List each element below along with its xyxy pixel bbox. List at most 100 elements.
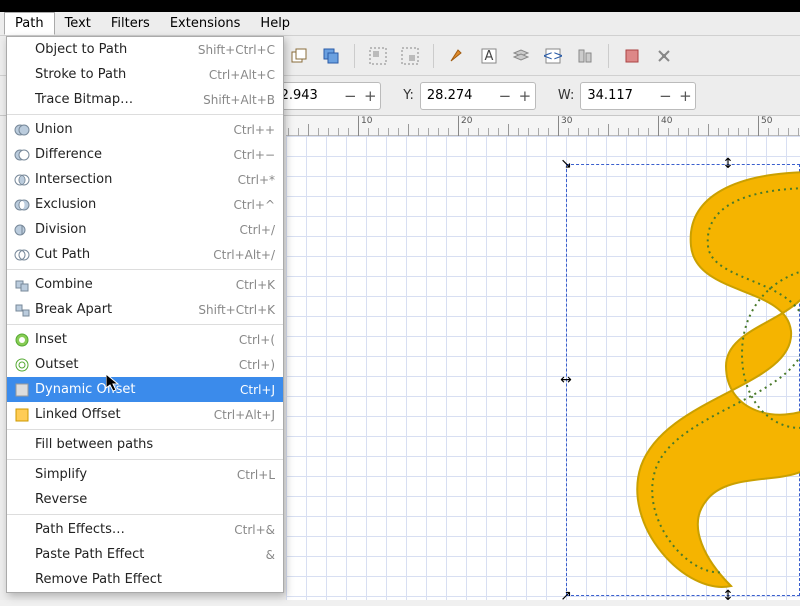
group-icon[interactable] bbox=[365, 43, 391, 69]
link-icon bbox=[11, 407, 33, 423]
menu-item-break-apart[interactable]: Break ApartShift+Ctrl+K bbox=[7, 297, 283, 322]
menu-item-trace-bitmap[interactable]: Trace Bitmap…Shift+Alt+B bbox=[7, 87, 283, 112]
menu-item-label: Dynamic Offset bbox=[33, 382, 240, 397]
fill-stroke-icon[interactable] bbox=[444, 43, 470, 69]
canvas[interactable]: ↘ ↔ ↗ ↕ ↕ bbox=[286, 136, 800, 600]
menu-item-union[interactable]: UnionCtrl++ bbox=[7, 117, 283, 142]
ruler-horizontal: 1020304050 bbox=[286, 116, 800, 136]
document-properties-icon[interactable] bbox=[651, 43, 677, 69]
text-tool-icon[interactable]: A bbox=[476, 43, 502, 69]
y-minus[interactable]: − bbox=[495, 87, 515, 105]
menu-separator bbox=[7, 514, 283, 515]
y-label: Y: bbox=[403, 88, 416, 103]
menu-item-remove-path-effect[interactable]: Remove Path Effect bbox=[7, 567, 283, 592]
menu-item-difference[interactable]: DifferenceCtrl+− bbox=[7, 142, 283, 167]
inset-icon bbox=[11, 332, 33, 348]
menu-item-label: Reverse bbox=[33, 492, 275, 507]
menu-item-shortcut: Ctrl+^ bbox=[234, 198, 275, 212]
menu-item-label: Cut Path bbox=[33, 247, 213, 262]
w-plus[interactable]: + bbox=[675, 87, 695, 105]
menu-item-shortcut: Ctrl+* bbox=[238, 173, 275, 187]
menu-item-cut-path[interactable]: Cut PathCtrl+Alt+/ bbox=[7, 242, 283, 267]
duplicate-icon[interactable] bbox=[286, 43, 312, 69]
path-dropdown-menu: Object to PathShift+Ctrl+CStroke to Path… bbox=[6, 36, 284, 593]
menu-item-division[interactable]: DivisionCtrl+/ bbox=[7, 217, 283, 242]
menu-item-label: Difference bbox=[33, 147, 234, 162]
menu-item-shortcut: & bbox=[266, 548, 275, 562]
menu-item-shortcut: Ctrl+Alt+C bbox=[209, 68, 275, 82]
layers-icon[interactable] bbox=[508, 43, 534, 69]
excl-icon bbox=[11, 197, 33, 213]
menu-path[interactable]: Path bbox=[4, 12, 55, 35]
xml-icon[interactable]: <> bbox=[540, 43, 566, 69]
menu-item-exclusion[interactable]: ExclusionCtrl+^ bbox=[7, 192, 283, 217]
preferences-icon[interactable] bbox=[619, 43, 645, 69]
menu-text[interactable]: Text bbox=[55, 13, 101, 34]
menu-item-inset[interactable]: InsetCtrl+( bbox=[7, 327, 283, 352]
menu-item-simplify[interactable]: SimplifyCtrl+L bbox=[7, 462, 283, 487]
separator bbox=[433, 44, 434, 68]
w-label: W: bbox=[558, 88, 576, 103]
menu-item-label: Remove Path Effect bbox=[33, 572, 275, 587]
menu-item-paste-path-effect[interactable]: Paste Path Effect& bbox=[7, 542, 283, 567]
union-icon bbox=[11, 122, 33, 138]
align-icon[interactable] bbox=[572, 43, 598, 69]
path-object[interactable] bbox=[556, 156, 800, 606]
menu-filters[interactable]: Filters bbox=[101, 13, 160, 34]
menu-item-label: Fill between paths bbox=[33, 437, 275, 452]
x-plus[interactable]: + bbox=[360, 87, 380, 105]
menu-separator bbox=[7, 114, 283, 115]
menu-help[interactable]: Help bbox=[250, 13, 300, 34]
menu-separator bbox=[7, 324, 283, 325]
menu-item-dynamic-offset[interactable]: Dynamic OffsetCtrl+J bbox=[7, 377, 283, 402]
menu-item-label: Union bbox=[33, 122, 234, 137]
outset-icon bbox=[11, 357, 33, 373]
menu-separator bbox=[7, 269, 283, 270]
div-icon bbox=[11, 222, 33, 238]
w-spinbox[interactable]: − + bbox=[580, 82, 696, 110]
svg-text:A: A bbox=[485, 49, 494, 64]
menu-item-stroke-to-path[interactable]: Stroke to PathCtrl+Alt+C bbox=[7, 62, 283, 87]
menu-item-shortcut: Ctrl+( bbox=[239, 333, 275, 347]
menu-item-reverse[interactable]: Reverse bbox=[7, 487, 283, 512]
menu-item-label: Break Apart bbox=[33, 302, 198, 317]
y-input[interactable] bbox=[421, 88, 495, 103]
menu-item-label: Trace Bitmap… bbox=[33, 92, 203, 107]
menu-item-shortcut: Ctrl+Alt+/ bbox=[213, 248, 275, 262]
diff-icon bbox=[11, 147, 33, 163]
menu-item-intersection[interactable]: IntersectionCtrl+* bbox=[7, 167, 283, 192]
window-titlebar bbox=[0, 0, 800, 12]
menu-item-path-effects[interactable]: Path Effects…Ctrl+& bbox=[7, 517, 283, 542]
comb-icon bbox=[11, 277, 33, 293]
menu-item-label: Simplify bbox=[33, 467, 237, 482]
menu-item-label: Object to Path bbox=[33, 42, 198, 57]
menu-item-shortcut: Shift+Ctrl+C bbox=[198, 43, 275, 57]
menu-item-outset[interactable]: OutsetCtrl+) bbox=[7, 352, 283, 377]
w-minus[interactable]: − bbox=[655, 87, 675, 105]
clone-icon[interactable] bbox=[318, 43, 344, 69]
menu-item-shortcut: Ctrl++ bbox=[234, 123, 275, 137]
menu-item-shortcut: Ctrl+L bbox=[237, 468, 275, 482]
inter-icon bbox=[11, 172, 33, 188]
menu-item-fill-between-paths[interactable]: Fill between paths bbox=[7, 432, 283, 457]
menu-item-combine[interactable]: CombineCtrl+K bbox=[7, 272, 283, 297]
menu-item-label: Combine bbox=[33, 277, 236, 292]
y-plus[interactable]: + bbox=[515, 87, 535, 105]
w-input[interactable] bbox=[581, 88, 655, 103]
menu-item-label: Outset bbox=[33, 357, 239, 372]
menu-item-label: Exclusion bbox=[33, 197, 234, 212]
x-minus[interactable]: − bbox=[340, 87, 360, 105]
menu-item-label: Stroke to Path bbox=[33, 67, 209, 82]
ungroup-icon[interactable] bbox=[397, 43, 423, 69]
menu-item-label: Division bbox=[33, 222, 240, 237]
separator bbox=[608, 44, 609, 68]
separator bbox=[354, 44, 355, 68]
menu-item-label: Path Effects… bbox=[33, 522, 234, 537]
menu-item-shortcut: Ctrl+K bbox=[236, 278, 275, 292]
menu-item-linked-offset[interactable]: Linked OffsetCtrl+Alt+J bbox=[7, 402, 283, 427]
menu-item-object-to-path[interactable]: Object to PathShift+Ctrl+C bbox=[7, 37, 283, 62]
menu-extensions[interactable]: Extensions bbox=[160, 13, 251, 34]
menu-item-label: Intersection bbox=[33, 172, 238, 187]
menu-item-label: Linked Offset bbox=[33, 407, 214, 422]
y-spinbox[interactable]: − + bbox=[420, 82, 536, 110]
